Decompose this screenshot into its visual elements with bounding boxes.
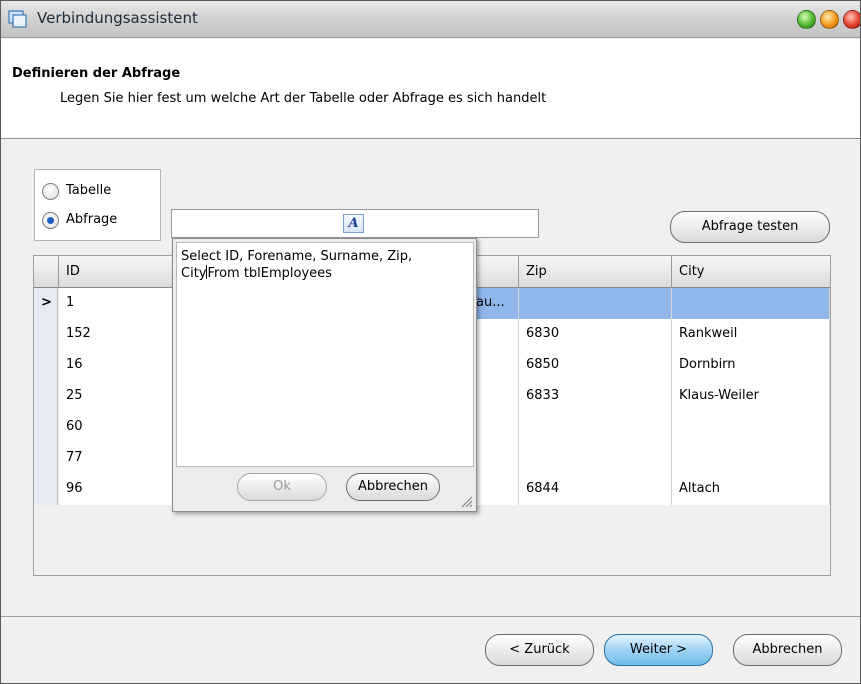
row-selector[interactable] [34, 443, 58, 474]
page-title: Definieren der Abfrage [12, 66, 181, 81]
cell-city[interactable]: Dornbirn [672, 350, 830, 381]
resize-grip-icon[interactable] [459, 494, 473, 508]
page-subtitle: Legen Sie hier fest um welche Art der Ta… [60, 91, 547, 106]
radio-abfrage[interactable] [42, 212, 59, 229]
test-query-button[interactable]: Abfrage testen [670, 211, 830, 243]
window-title: Verbindungsassistent [37, 9, 198, 27]
cell-city[interactable] [672, 412, 830, 443]
row-selector[interactable] [34, 412, 58, 443]
radio-tabelle-label[interactable]: Tabelle [66, 183, 111, 198]
column-header-zip[interactable]: Zip [519, 256, 672, 288]
cell-zip[interactable]: 6850 [519, 350, 672, 381]
maximize-button[interactable] [820, 10, 839, 29]
next-button[interactable]: Weiter > [604, 634, 713, 666]
cancel-button[interactable]: Abbrechen [733, 634, 842, 666]
font-icon[interactable]: A [343, 214, 364, 233]
query-text-after-caret: From tblEmployees [207, 266, 332, 281]
footer-separator [1, 616, 860, 617]
radio-tabelle[interactable] [42, 183, 59, 200]
popup-cancel-button[interactable]: Abbrechen [346, 473, 440, 501]
row-selector[interactable]: > [34, 288, 58, 319]
cell-zip[interactable] [519, 443, 672, 474]
title-bar: Verbindungsassistent [1, 1, 860, 38]
cell-zip[interactable] [519, 288, 672, 319]
window-icon [8, 10, 27, 28]
cell-city[interactable] [672, 443, 830, 474]
row-selector[interactable] [34, 381, 58, 412]
header-selector [34, 256, 59, 288]
cell-city[interactable]: Rankweil [672, 319, 830, 350]
query-editor-popup: Select ID, Forename, Surname, Zip, CityF… [172, 238, 477, 512]
cell-zip[interactable]: 6844 [519, 474, 672, 505]
close-button[interactable] [843, 10, 860, 29]
radio-abfrage-label[interactable]: Abfrage [66, 212, 117, 227]
wizard-window: Verbindungsassistent Definieren der Abfr… [0, 0, 861, 684]
back-button[interactable]: < Zurück [485, 634, 594, 666]
cell-truncated[interactable]: au... [474, 288, 519, 319]
cell-zip[interactable] [519, 412, 672, 443]
cell-city[interactable] [672, 288, 830, 319]
cell-zip[interactable]: 6830 [519, 319, 672, 350]
row-selector[interactable] [34, 350, 58, 381]
source-type-group: Tabelle Abfrage [34, 169, 161, 241]
row-selector[interactable] [34, 319, 58, 350]
minimize-button[interactable] [797, 10, 816, 29]
cell-city[interactable]: Klaus-Weiler [672, 381, 830, 412]
row-selector[interactable] [34, 474, 58, 505]
query-input[interactable]: A [171, 209, 539, 238]
column-header-city[interactable]: City [672, 256, 830, 288]
query-textarea[interactable]: Select ID, Forename, Surname, Zip, CityF… [176, 242, 474, 467]
wizard-header: Definieren der Abfrage Legen Sie hier fe… [1, 39, 860, 139]
popup-ok-button[interactable]: Ok [237, 473, 327, 501]
current-row-arrow-icon: > [41, 295, 52, 310]
cell-zip[interactable]: 6833 [519, 381, 672, 412]
cell-city[interactable]: Altach [672, 474, 830, 505]
